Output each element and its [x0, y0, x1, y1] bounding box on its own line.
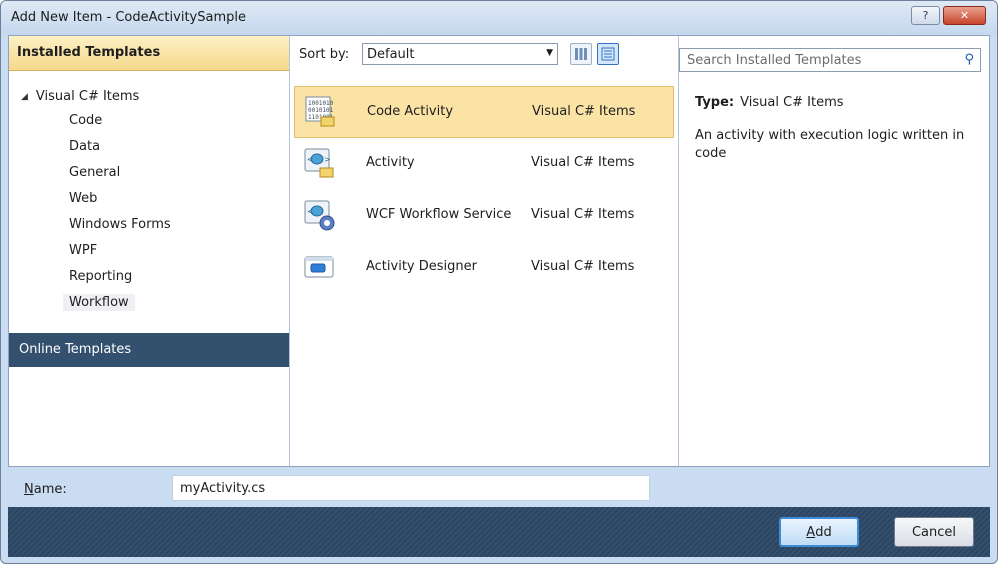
- svg-text:>: >: [324, 155, 331, 164]
- template-name: Activity: [366, 155, 415, 170]
- add-button[interactable]: Add: [779, 517, 859, 547]
- tree-item-workflow[interactable]: Workflow: [63, 294, 135, 311]
- tree-root-label: Visual C# Items: [35, 89, 140, 104]
- svg-text:1001010: 1001010: [308, 100, 334, 107]
- template-name: WCF Workflow Service: [366, 207, 512, 222]
- name-bar: Name: myActivity.cs: [8, 467, 990, 507]
- activity-designer-icon: [304, 256, 334, 278]
- sort-by-label: Sort by:: [299, 47, 350, 62]
- sort-by-dropdown[interactable]: Default ▼: [362, 43, 558, 65]
- tree-item-windows-forms[interactable]: Windows Forms: [63, 216, 177, 233]
- template-row-activity-designer[interactable]: Activity Designer Visual C# Items: [294, 242, 674, 294]
- sort-bar: Sort by: Default ▼: [290, 36, 678, 72]
- activity-icon: < >: [304, 148, 334, 178]
- template-row-code-activity[interactable]: 1001010 0010101 1101001 Code Activity Vi…: [294, 86, 674, 138]
- tree-item-reporting[interactable]: Reporting: [63, 268, 138, 285]
- tree-root-visual-csharp-items[interactable]: ◢ Visual C# Items: [21, 89, 139, 104]
- search-icon[interactable]: ⚲: [964, 52, 974, 67]
- category-tree: ◢ Visual C# Items Code Data General Web …: [9, 71, 289, 333]
- svg-text:<: <: [307, 155, 314, 164]
- search-placeholder: Search Installed Templates: [687, 53, 862, 68]
- template-name: Activity Designer: [366, 259, 477, 274]
- type-value: Visual C# Items: [740, 95, 844, 110]
- dialog-body: Installed Templates ◢ Visual C# Items Co…: [8, 35, 990, 467]
- template-category: Visual C# Items: [531, 155, 635, 170]
- template-row-activity[interactable]: < > Activity Visual C# Items: [294, 138, 674, 190]
- close-button[interactable]: ✕: [943, 6, 986, 25]
- svg-text:0010101: 0010101: [308, 107, 334, 114]
- name-field[interactable]: myActivity.cs: [172, 475, 650, 501]
- wcf-workflow-service-icon: <: [304, 200, 335, 231]
- tree-item-web[interactable]: Web: [63, 190, 103, 207]
- dialog-window: Add New Item - CodeActivitySample ? ✕ In…: [0, 0, 998, 564]
- svg-text:<: <: [307, 207, 314, 216]
- template-category: Visual C# Items: [531, 207, 635, 222]
- small-icons-view-icon: [575, 48, 587, 60]
- template-category: Visual C# Items: [532, 104, 636, 119]
- sort-by-value: Default: [367, 47, 415, 62]
- window-title: Add New Item - CodeActivitySample: [11, 10, 246, 25]
- template-type: Type: Visual C# Items: [695, 95, 844, 110]
- template-categories-pane: Installed Templates ◢ Visual C# Items Co…: [9, 36, 290, 466]
- code-activity-icon: 1001010 0010101 1101001: [305, 96, 335, 127]
- tree-item-data[interactable]: Data: [63, 138, 106, 155]
- tree-item-wpf[interactable]: WPF: [63, 242, 103, 259]
- expand-arrow-icon[interactable]: ◢: [21, 92, 28, 102]
- name-field-value: myActivity.cs: [180, 481, 266, 496]
- small-icons-view-button[interactable]: [570, 43, 592, 65]
- template-description: An activity with execution logic written…: [695, 128, 965, 161]
- chevron-down-icon: ▼: [546, 48, 553, 58]
- template-list: 1001010 0010101 1101001 Code Activity Vi…: [294, 86, 674, 294]
- cancel-button[interactable]: Cancel: [894, 517, 974, 547]
- help-button[interactable]: ?: [911, 6, 940, 25]
- template-name: Code Activity: [367, 104, 454, 119]
- tree-item-general[interactable]: General: [63, 164, 126, 181]
- title-bar: Add New Item - CodeActivitySample ? ✕: [1, 1, 997, 35]
- type-label: Type:: [695, 95, 735, 110]
- template-category: Visual C# Items: [531, 259, 635, 274]
- online-templates-header[interactable]: Online Templates: [9, 333, 289, 367]
- button-bar: Add Cancel: [8, 507, 990, 557]
- template-details-pane: Search Installed Templates ⚲ Type: Visual…: [679, 36, 991, 466]
- details-view-icon: [601, 47, 615, 61]
- name-label: Name:: [24, 482, 67, 497]
- template-row-wcf-workflow-service[interactable]: < WCF Workflow Service Visual C# Items: [294, 190, 674, 242]
- details-view-button[interactable]: [597, 43, 619, 65]
- templates-pane: Sort by: Default ▼ 1001010 0010101 Code …: [290, 36, 679, 466]
- search-input[interactable]: Search Installed Templates ⚲: [679, 48, 981, 72]
- installed-templates-header[interactable]: Installed Templates: [9, 36, 289, 71]
- help-icon: ?: [922, 9, 929, 22]
- tree-item-code[interactable]: Code: [63, 112, 108, 129]
- close-icon: ✕: [959, 9, 970, 22]
